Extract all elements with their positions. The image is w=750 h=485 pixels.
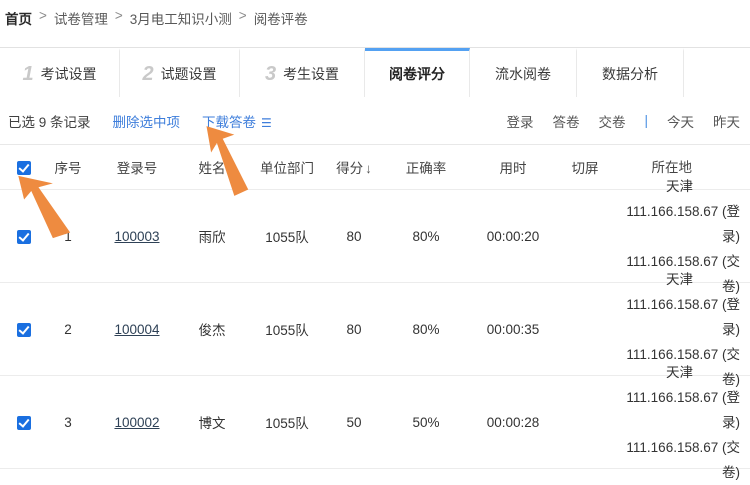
- filter-login[interactable]: 登录: [506, 111, 533, 131]
- tab-number: 1: [22, 62, 34, 85]
- cell-duration: 00:00:28: [486, 414, 540, 430]
- cell-accuracy: 80%: [412, 228, 440, 244]
- menu-icon: ☰: [261, 115, 272, 130]
- col-header-duration: 用时: [499, 161, 527, 176]
- tab-label: 试题设置: [160, 66, 217, 82]
- selected-count-text: 已选 9 条记录: [8, 114, 91, 130]
- breadcrumb-home[interactable]: 首页: [5, 8, 32, 28]
- cell-accuracy: 80%: [412, 321, 440, 337]
- tab-label: 考生设置: [283, 66, 340, 82]
- tab-examinee-settings[interactable]: 3 考生设置: [240, 48, 365, 97]
- filter-yesterday[interactable]: 昨天: [713, 111, 740, 131]
- sort-desc-icon: ↓: [365, 161, 372, 176]
- cell-dept: 1055队: [265, 323, 309, 338]
- login-link[interactable]: 100002: [114, 415, 159, 430]
- tab-label: 阅卷评分: [389, 66, 445, 82]
- breadcrumb-exam-name[interactable]: 3月电工知识小测: [130, 8, 232, 28]
- tab-number: 2: [142, 62, 154, 85]
- cell-score: 80: [346, 321, 362, 337]
- cell-duration: 00:00:35: [486, 321, 540, 337]
- breadcrumb-separator: >: [39, 8, 47, 23]
- breadcrumb-current-page: 阅卷评卷: [253, 12, 308, 27]
- location-login-ip: 111.166.158.67 (登录): [626, 389, 740, 430]
- cell-name: 博文: [198, 416, 226, 431]
- tab-grading[interactable]: 阅卷评分: [365, 48, 470, 97]
- tab-bar: 1 考试设置 2 试题设置 3 考生设置 阅卷评分 流水阅卷 数据分析: [0, 47, 750, 97]
- location-city: 天津: [666, 178, 693, 194]
- cell-dept: 1055队: [265, 230, 309, 245]
- col-header-index: 序号: [54, 161, 82, 176]
- filter-separator: |: [644, 113, 648, 128]
- filter-today[interactable]: 今天: [667, 111, 694, 131]
- col-header-screen-switch: 切屏: [571, 161, 599, 176]
- tab-label: 流水阅卷: [495, 66, 551, 82]
- cell-index: 2: [64, 321, 72, 337]
- col-header-name: 姓名: [198, 161, 226, 176]
- cell-score: 80: [346, 228, 362, 244]
- breadcrumb-exam-management[interactable]: 试卷管理: [54, 8, 108, 28]
- table-row: 3 100002 博文 1055队 50 50% 00:00:28 天津 111…: [0, 365, 750, 480]
- tab-data-analysis[interactable]: 数据分析: [577, 48, 684, 97]
- tab-stream-grading[interactable]: 流水阅卷: [470, 48, 577, 97]
- col-header-dept: 单位部门: [260, 161, 314, 176]
- location-city: 天津: [666, 271, 693, 287]
- row-checkbox[interactable]: [17, 229, 31, 244]
- breadcrumb-separator: >: [238, 8, 247, 23]
- row-checkbox[interactable]: [17, 322, 31, 337]
- breadcrumb-separator: >: [114, 8, 123, 23]
- select-all-checkbox[interactable]: [17, 160, 31, 175]
- location-login-ip: 111.166.158.67 (登录): [626, 203, 740, 244]
- filter-answer[interactable]: 答卷: [552, 111, 579, 131]
- cell-name: 雨欣: [198, 230, 226, 245]
- breadcrumb: 首页 > 试卷管理 > 3月电工知识小测 > 阅卷评卷: [0, 0, 750, 47]
- location-submit-ip: 111.166.158.67 (交卷): [626, 439, 740, 480]
- toolbar: 已选 9 条记录 删除选中项 下载答卷 ☰ 登录 答卷 交卷 | 今天 昨天: [0, 97, 750, 144]
- cell-duration: 00:00:20: [486, 228, 540, 244]
- cell-score: 50: [346, 414, 362, 430]
- col-header-score[interactable]: 得分 ↓: [328, 157, 380, 177]
- cell-name: 俊杰: [198, 323, 226, 338]
- cell-index: 3: [64, 414, 72, 430]
- cell-location: 天津 111.166.158.67 (登录) 111.166.158.67 (交…: [616, 360, 750, 485]
- tab-exam-settings[interactable]: 1 考试设置: [0, 48, 120, 97]
- results-table: 序号 登录号 姓名 单位部门 得分 ↓ 正确率 用时 切屏 所在地 1 10000…: [0, 144, 750, 480]
- col-header-accuracy: 正确率: [405, 161, 447, 176]
- col-header-login: 登录号: [116, 161, 158, 176]
- delete-selected-button[interactable]: 删除选中项: [113, 111, 181, 131]
- row-checkbox[interactable]: [17, 415, 31, 430]
- tab-question-settings[interactable]: 2 试题设置: [120, 48, 240, 97]
- tab-label: 考试设置: [40, 66, 97, 82]
- tab-number: 3: [264, 62, 277, 85]
- tab-label: 数据分析: [602, 66, 658, 82]
- cell-accuracy: 50%: [412, 414, 440, 430]
- download-answers-label: 下载答卷: [202, 114, 257, 130]
- location-login-ip: 111.166.158.67 (登录): [626, 296, 740, 337]
- cell-dept: 1055队: [265, 416, 309, 431]
- login-link[interactable]: 100004: [114, 322, 159, 337]
- location-city: 天津: [666, 364, 693, 380]
- col-header-score-label: 得分: [336, 161, 364, 176]
- login-link[interactable]: 100003: [114, 229, 159, 244]
- cell-index: 1: [64, 228, 72, 244]
- tab-bar-filler: [684, 48, 750, 97]
- filter-submit[interactable]: 交卷: [598, 111, 625, 131]
- download-answers-button[interactable]: 下载答卷 ☰: [202, 111, 272, 131]
